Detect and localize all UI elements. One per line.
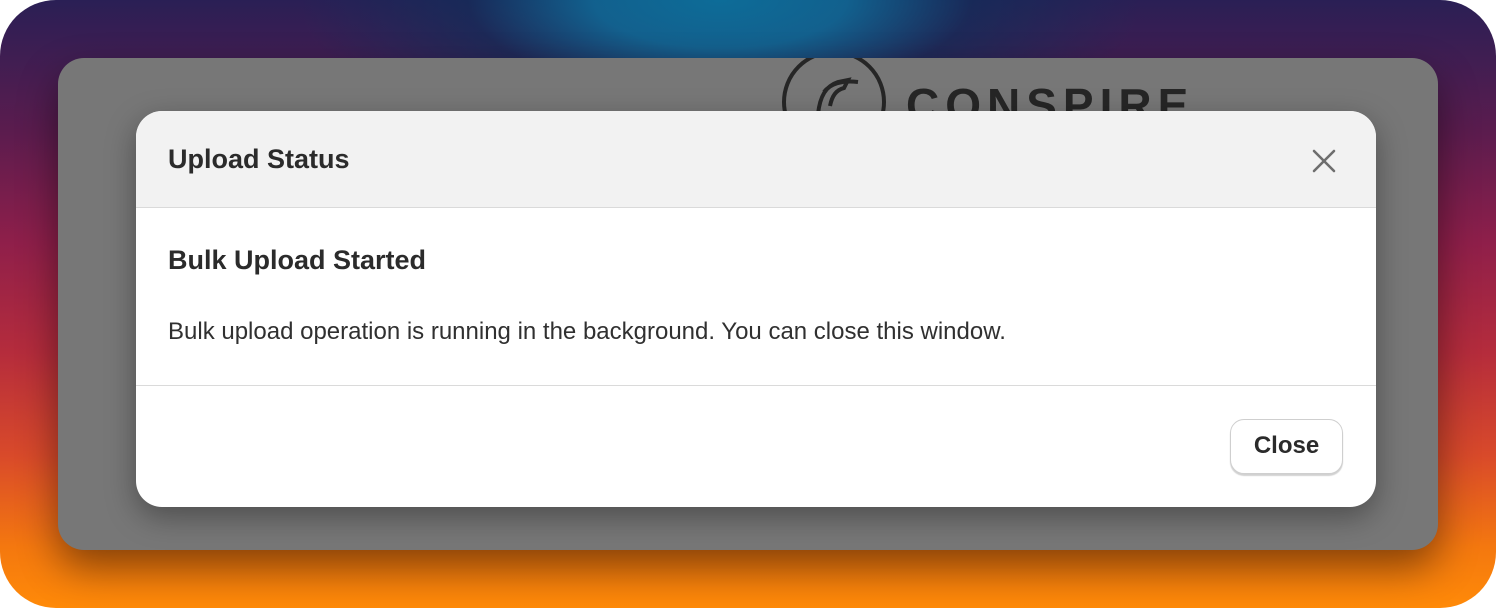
close-icon[interactable] bbox=[1306, 143, 1342, 179]
close-button[interactable]: Close bbox=[1230, 419, 1343, 474]
upload-status-heading: Bulk Upload Started bbox=[168, 245, 427, 275]
desktop-background: CONSPIRE Upload Status Bulk Upload Start… bbox=[0, 0, 1496, 608]
dialog-body: Bulk Upload Started Bulk upload operatio… bbox=[136, 208, 1376, 386]
upload-status-message: Bulk upload operation is running in the … bbox=[168, 318, 1006, 345]
dialog-header: Upload Status bbox=[136, 111, 1376, 208]
dialog-title: Upload Status bbox=[168, 144, 350, 174]
brand-logo-icon bbox=[782, 58, 886, 118]
dialog-footer: Close bbox=[136, 386, 1376, 507]
upload-status-dialog: Upload Status Bulk Upload Started Bulk u… bbox=[136, 111, 1376, 507]
